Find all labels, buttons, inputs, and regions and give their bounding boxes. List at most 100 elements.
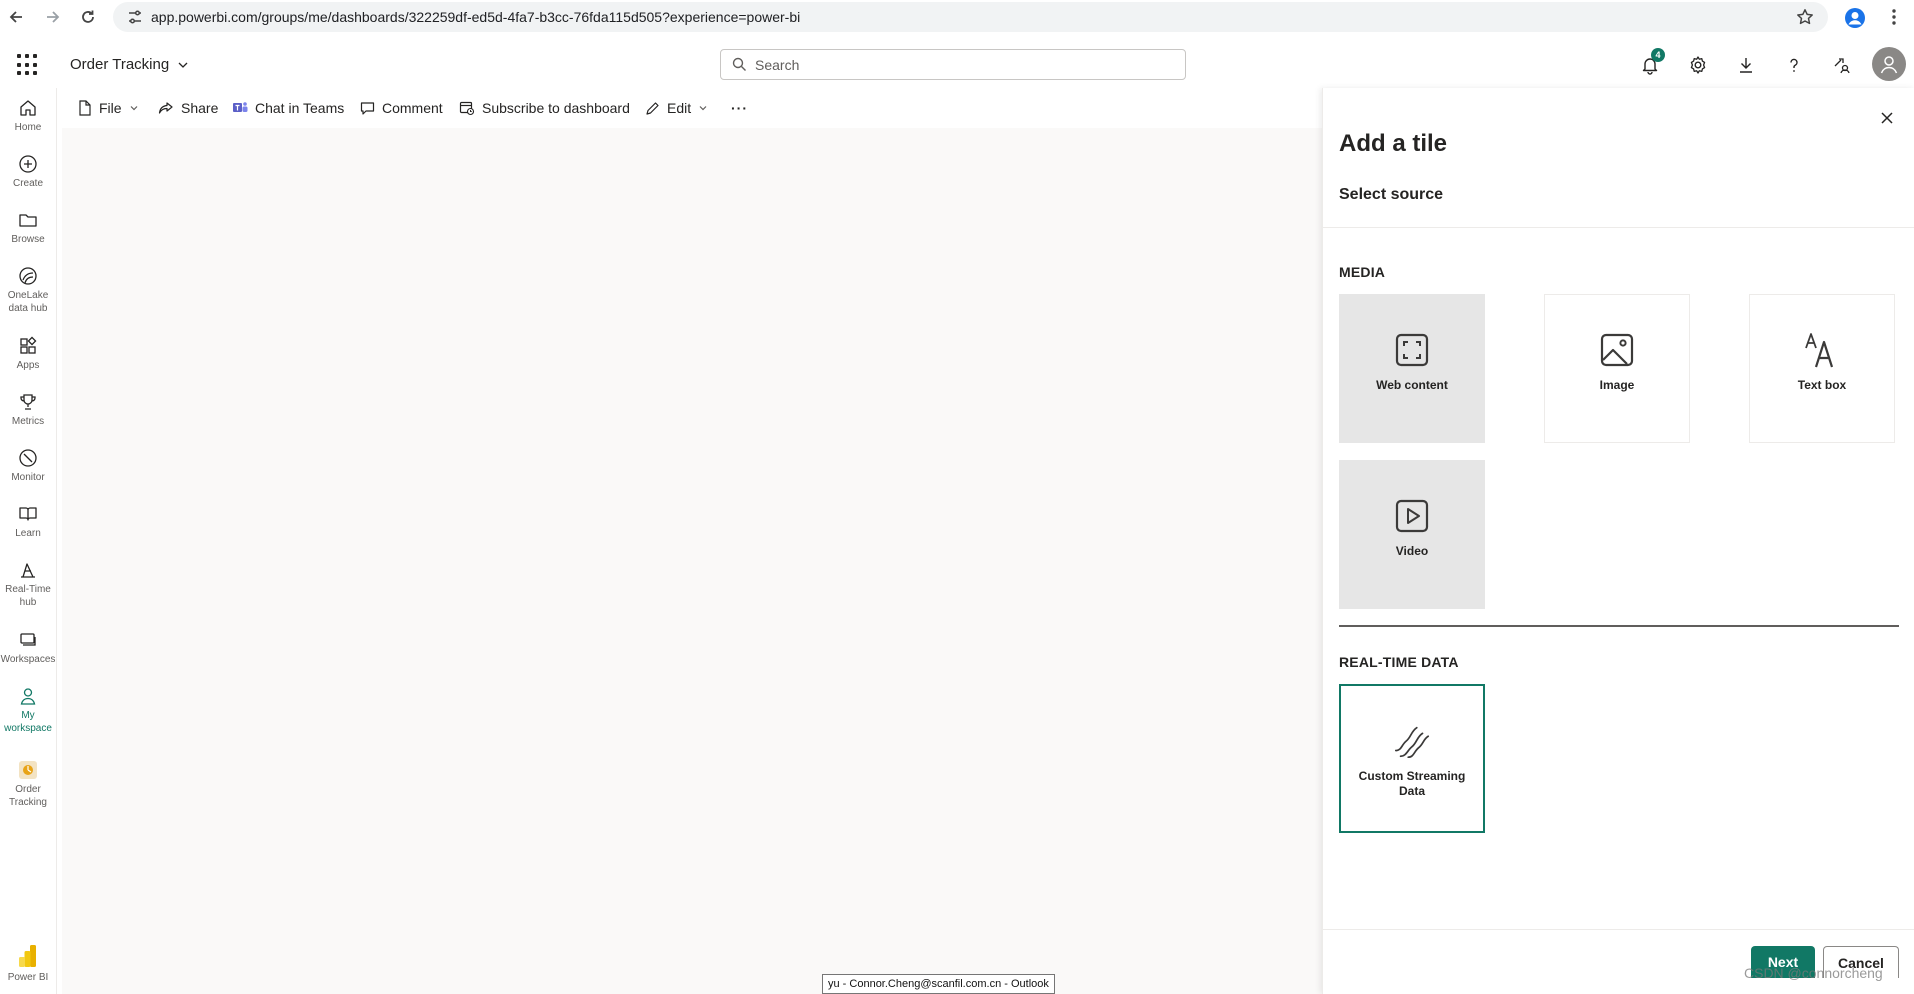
- download-icon[interactable]: [1734, 53, 1758, 77]
- tile-label: Video: [1395, 544, 1429, 558]
- pane-title: Add a tile: [1339, 130, 1448, 157]
- search-input[interactable]: [753, 53, 1177, 77]
- nav-label: Create: [12, 178, 43, 189]
- address-bar[interactable]: app.powerbi.com/groups/me/dashboards/322…: [113, 2, 1828, 32]
- nav-label: Order Tracking: [9, 784, 47, 808]
- site-settings-icon[interactable]: [127, 9, 143, 25]
- nav-item-browse[interactable]: Browse: [0, 210, 56, 246]
- url-text[interactable]: app.powerbi.com/groups/me/dashboards/322…: [151, 9, 800, 25]
- more-options-button[interactable]: ···: [731, 88, 748, 128]
- media-heading: MEDIA: [1339, 264, 1386, 280]
- divider: [1323, 227, 1914, 228]
- nav-item-learn[interactable]: Learn: [0, 504, 56, 540]
- tile-label: Web content: [1376, 378, 1448, 392]
- app-launcher-icon[interactable]: [17, 54, 39, 76]
- power-bi-logo-icon: [19, 945, 36, 967]
- nav-label: OneLake data hub: [7, 290, 49, 314]
- book-icon: [19, 507, 37, 521]
- pencil-icon: [646, 101, 659, 115]
- dashboard-toolbar: File Share Chat in Teams Comment Subscri…: [62, 88, 1322, 128]
- menu-kebab-icon[interactable]: [1881, 4, 1907, 30]
- nav-label: Apps: [16, 360, 40, 371]
- share-icon: [158, 102, 173, 114]
- close-icon[interactable]: [1875, 106, 1899, 130]
- subscribe-label: Subscribe to dashboard: [482, 100, 630, 116]
- tile-video[interactable]: Video: [1339, 460, 1485, 609]
- realtime-heading: REAL-TIME DATA: [1339, 654, 1459, 670]
- nav-label: Workspaces: [0, 654, 56, 665]
- browser-toolbar: app.powerbi.com/groups/me/dashboards/322…: [0, 0, 1914, 34]
- chevron-down-icon: [178, 62, 188, 68]
- tile-label: Text box: [1797, 378, 1847, 392]
- nav-item-metrics[interactable]: Metrics: [0, 392, 56, 428]
- monitor-icon: [19, 449, 37, 467]
- reload-icon[interactable]: [75, 4, 101, 30]
- nav-item-onelake[interactable]: OneLake data hub: [0, 266, 56, 315]
- home-icon: [20, 100, 36, 116]
- dashboard-canvas: [62, 128, 1322, 994]
- report-title[interactable]: Order Tracking: [70, 56, 189, 73]
- share-button[interactable]: Share: [158, 88, 218, 128]
- tile-label: Custom Streaming Data: [1358, 769, 1466, 798]
- nav-item-my-workspace[interactable]: My workspace: [0, 686, 56, 735]
- nav-item-power-bi[interactable]: Power BI: [0, 944, 56, 984]
- more-options-icon: ···: [731, 100, 748, 116]
- forward-icon[interactable]: [40, 4, 66, 30]
- nav-item-home[interactable]: Home: [0, 98, 56, 134]
- nav-label: My workspace: [4, 710, 52, 734]
- nav-label: Browse: [11, 234, 45, 245]
- edit-label: Edit: [667, 100, 692, 116]
- report-title-label: Order Tracking: [70, 56, 170, 73]
- subscribe-button[interactable]: Subscribe to dashboard: [459, 88, 630, 128]
- nav-label: Home: [14, 122, 42, 133]
- tile-image[interactable]: Image: [1544, 294, 1690, 443]
- workspaces-icon: [20, 633, 36, 646]
- nav-item-create[interactable]: Create: [0, 154, 56, 190]
- bookmark-star-icon[interactable]: [1796, 8, 1814, 26]
- edit-menu-button[interactable]: Edit: [645, 88, 708, 128]
- share-feedback-icon[interactable]: [1830, 53, 1854, 77]
- web-content-icon: [1392, 330, 1432, 370]
- tile-text-box[interactable]: Text box: [1749, 294, 1895, 443]
- left-navigation: Home Create Browse OneLake data hub Apps …: [0, 88, 57, 994]
- comment-label: Comment: [382, 100, 443, 116]
- person-icon: [20, 688, 36, 705]
- nav-item-realtime-hub[interactable]: Real-Time hub: [0, 560, 56, 609]
- nav-item-apps[interactable]: Apps: [0, 336, 56, 372]
- chat-label: Chat in Teams: [255, 100, 345, 116]
- file-menu-button[interactable]: File: [78, 88, 139, 128]
- window-tooltip: yu - Connor.Cheng@scanfil.com.cn - Outlo…: [822, 974, 1055, 994]
- tile-custom-streaming-data[interactable]: Custom Streaming Data: [1339, 684, 1485, 833]
- realtime-icon: [21, 563, 35, 578]
- back-icon[interactable]: [3, 4, 29, 30]
- teams-icon: [233, 102, 248, 112]
- chevron-down-icon: [699, 106, 707, 111]
- nav-label: Metrics: [11, 416, 45, 427]
- onelake-icon: [19, 267, 37, 285]
- nav-item-order-tracking[interactable]: Order Tracking: [0, 760, 56, 809]
- trophy-icon: [20, 394, 36, 410]
- nav-item-monitor[interactable]: Monitor: [0, 448, 56, 484]
- image-icon: [1597, 330, 1637, 370]
- help-icon[interactable]: [1782, 53, 1806, 77]
- nav-item-workspaces[interactable]: Workspaces: [0, 630, 56, 666]
- add-tile-pane: Add a tile Select source MEDIA Web conte…: [1322, 88, 1914, 994]
- streaming-icon: [1392, 721, 1432, 761]
- search-box[interactable]: [720, 49, 1186, 80]
- dashboard-icon: [19, 761, 37, 779]
- bell-icon[interactable]: 4: [1638, 48, 1665, 77]
- gear-icon[interactable]: [1686, 53, 1710, 77]
- tile-web-content[interactable]: Web content: [1339, 294, 1485, 443]
- section-divider: [1339, 625, 1899, 627]
- chat-in-teams-button[interactable]: Chat in Teams: [232, 88, 344, 128]
- footer-divider: [1323, 929, 1914, 930]
- pane-subtitle: Select source: [1339, 186, 1444, 203]
- subscribe-icon: [459, 101, 475, 116]
- notification-badge: 4: [1651, 48, 1665, 62]
- nav-label: Learn: [15, 528, 41, 539]
- profile-icon[interactable]: [1841, 4, 1869, 32]
- account-icon[interactable]: [1872, 47, 1906, 81]
- folder-icon: [19, 214, 37, 227]
- apps-icon: [20, 336, 37, 354]
- comment-button[interactable]: Comment: [360, 88, 443, 128]
